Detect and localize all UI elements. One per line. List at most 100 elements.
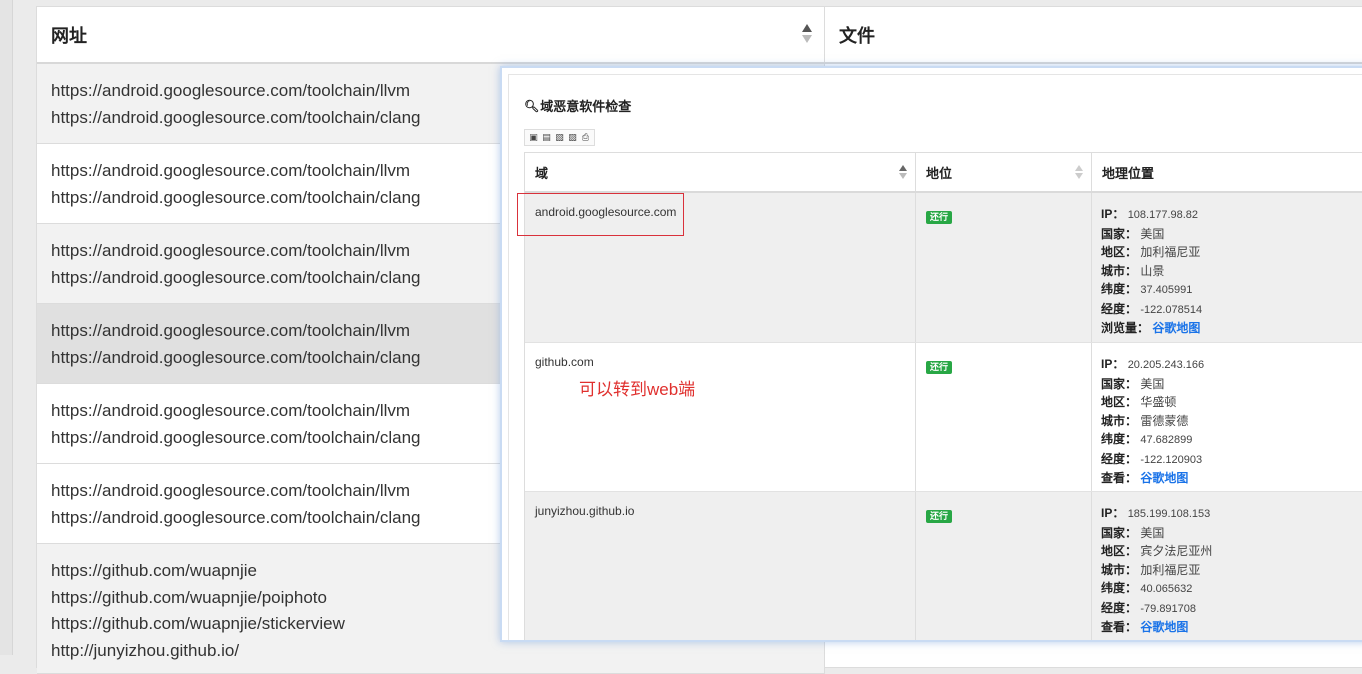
geo-value: 20.205.243.166 (1127, 359, 1205, 371)
url-table-header: 网址 文件 (37, 7, 1362, 64)
geo-value: 美国 (1140, 226, 1165, 241)
geo-key: 城市： (1101, 562, 1138, 577)
geo-value: -122.120903 (1140, 453, 1203, 466)
geo-value: 108.177.98.82 (1127, 209, 1199, 221)
highlight-box (517, 193, 684, 236)
geo-value: 美国 (1140, 525, 1165, 540)
geo-key: 经度： (1101, 451, 1138, 466)
geo-cell: IP： 108.177.98.82 国家： 美国 地区： 加利福尼亚 城市： 山… (1092, 193, 1362, 342)
domain-text: junyizhou.github.io (535, 504, 635, 518)
geo-longitude: 经度： -122.078514 (1101, 300, 1362, 320)
table-row: junyizhou.github.io 还行 IP： 185.199.108.1… (525, 492, 1362, 640)
geo-map: 查看： 谷歌地图 (1101, 469, 1362, 488)
column-header-geo[interactable]: 地理位置 (1092, 153, 1362, 191)
geo-longitude: 经度： -79.891708 (1101, 599, 1362, 619)
geo-key: 城市： (1101, 413, 1138, 428)
geo-key: 地区： (1101, 544, 1138, 558)
modal-body: 🔍︎ 域恶意软件检查 ▣ ▤ ▧ ▨ ⎙ 域 地位 地理位置 android.g… (508, 74, 1362, 640)
pdf-icon[interactable]: ▨ (566, 131, 579, 144)
status-cell: 还行 (916, 343, 1092, 491)
geo-value: 37.405991 (1140, 284, 1193, 296)
column-header-domain[interactable]: 域 (525, 153, 916, 191)
domain-text: github.com (535, 355, 594, 369)
geo-ip: IP： 185.199.108.153 (1101, 504, 1362, 524)
geo-cell: IP： 185.199.108.153 国家： 美国 地区： 宾夕法尼亚州 城市… (1092, 492, 1362, 640)
table-row: github.com 还行 IP： 20.205.243.166 国家： 美国 … (525, 343, 1362, 492)
modal-title: 🔍︎ 域恶意软件检查 (524, 96, 631, 115)
csv-icon[interactable]: ▤ (540, 131, 553, 144)
geo-key: 查看： (1101, 471, 1138, 485)
geo-key: 纬度： (1101, 581, 1138, 595)
column-header-file[interactable]: 文件 (825, 7, 1362, 62)
google-maps-link[interactable]: 谷歌地图 (1152, 321, 1200, 335)
geo-cell: IP： 20.205.243.166 国家： 美国 地区： 华盛顿 城市： 雷德… (1092, 343, 1362, 491)
status-badge: 还行 (926, 361, 953, 374)
copy-icon[interactable]: ▣ (527, 131, 540, 144)
export-toolbar: ▣ ▤ ▧ ▨ ⎙ (524, 129, 595, 146)
geo-key: 浏览量： (1101, 321, 1150, 335)
google-maps-link[interactable]: 谷歌地图 (1140, 471, 1188, 485)
geo-latitude: 纬度： 47.682899 (1101, 430, 1362, 450)
geo-key: 国家： (1101, 376, 1138, 391)
sort-icon[interactable] (802, 24, 812, 44)
geo-key: 国家： (1101, 525, 1138, 540)
geo-value: 加利福尼亚 (1140, 562, 1201, 577)
geo-value: 加利福尼亚 (1140, 245, 1201, 259)
domain-cell: junyizhou.github.io (525, 492, 916, 640)
geo-key: 国家： (1101, 226, 1138, 241)
geo-city: 城市： 雷德蒙德 (1101, 412, 1362, 431)
status-cell: 还行 (916, 193, 1092, 342)
geo-key: 地区： (1101, 245, 1138, 259)
geo-key: 纬度： (1101, 282, 1138, 296)
search-icon: 🔍︎ (524, 98, 540, 113)
geo-value: 47.682899 (1140, 434, 1193, 446)
status-badge: 还行 (926, 510, 953, 523)
geo-key: 城市： (1101, 263, 1138, 278)
status-cell: 还行 (916, 492, 1092, 640)
geo-ip: IP： 108.177.98.82 (1101, 205, 1362, 225)
annotation-text: 可以转到web端 (579, 380, 696, 399)
geo-value: 美国 (1140, 376, 1165, 391)
geo-region: 地区： 加利福尼亚 (1101, 243, 1362, 262)
geo-key: 地区： (1101, 395, 1138, 409)
geo-key: IP： (1101, 357, 1125, 371)
geo-country: 国家： 美国 (1101, 225, 1362, 244)
column-header-geo-label: 地理位置 (1102, 165, 1155, 181)
geo-value: 华盛顿 (1140, 395, 1177, 409)
domain-cell: github.com (525, 343, 916, 491)
geo-latitude: 纬度： 40.065632 (1101, 579, 1362, 599)
geo-value: 40.065632 (1140, 583, 1193, 595)
geo-map: 浏览量： 谷歌地图 (1101, 319, 1362, 338)
geo-longitude: 经度： -122.120903 (1101, 450, 1362, 470)
geo-value: 山景 (1140, 263, 1165, 278)
domain-table-header: 域 地位 地理位置 (525, 153, 1362, 193)
column-header-domain-label: 域 (535, 165, 549, 181)
geo-country: 国家： 美国 (1101, 524, 1362, 543)
sort-icon[interactable] (1075, 165, 1083, 179)
excel-icon[interactable]: ▧ (553, 131, 566, 144)
column-header-status[interactable]: 地位 (916, 153, 1092, 191)
geo-value: -79.891708 (1140, 602, 1197, 615)
geo-region: 地区： 华盛顿 (1101, 393, 1362, 412)
geo-value: 宾夕法尼亚州 (1140, 544, 1213, 558)
geo-value: 185.199.108.153 (1127, 508, 1211, 520)
geo-key: IP： (1101, 506, 1125, 520)
geo-key: 纬度： (1101, 432, 1138, 446)
sort-icon[interactable] (899, 165, 907, 179)
column-header-file-label: 文件 (839, 25, 875, 46)
domain-malware-check-modal: 🔍︎ 域恶意软件检查 ▣ ▤ ▧ ▨ ⎙ 域 地位 地理位置 android.g… (500, 66, 1362, 642)
google-maps-link[interactable]: 谷歌地图 (1140, 620, 1188, 634)
geo-key: 经度： (1101, 301, 1138, 316)
geo-ip: IP： 20.205.243.166 (1101, 355, 1362, 375)
column-header-url[interactable]: 网址 (37, 7, 825, 62)
geo-city: 城市： 加利福尼亚 (1101, 561, 1362, 580)
geo-key: 经度： (1101, 600, 1138, 615)
geo-country: 国家： 美国 (1101, 375, 1362, 394)
geo-region: 地区： 宾夕法尼亚州 (1101, 542, 1362, 561)
modal-title-text: 域恶意软件检查 (540, 99, 632, 114)
geo-latitude: 纬度： 37.405991 (1101, 280, 1362, 300)
geo-value: -122.078514 (1140, 303, 1203, 316)
print-icon[interactable]: ⎙ (579, 131, 592, 144)
geo-key: 查看： (1101, 620, 1138, 634)
column-header-url-label: 网址 (51, 25, 87, 46)
